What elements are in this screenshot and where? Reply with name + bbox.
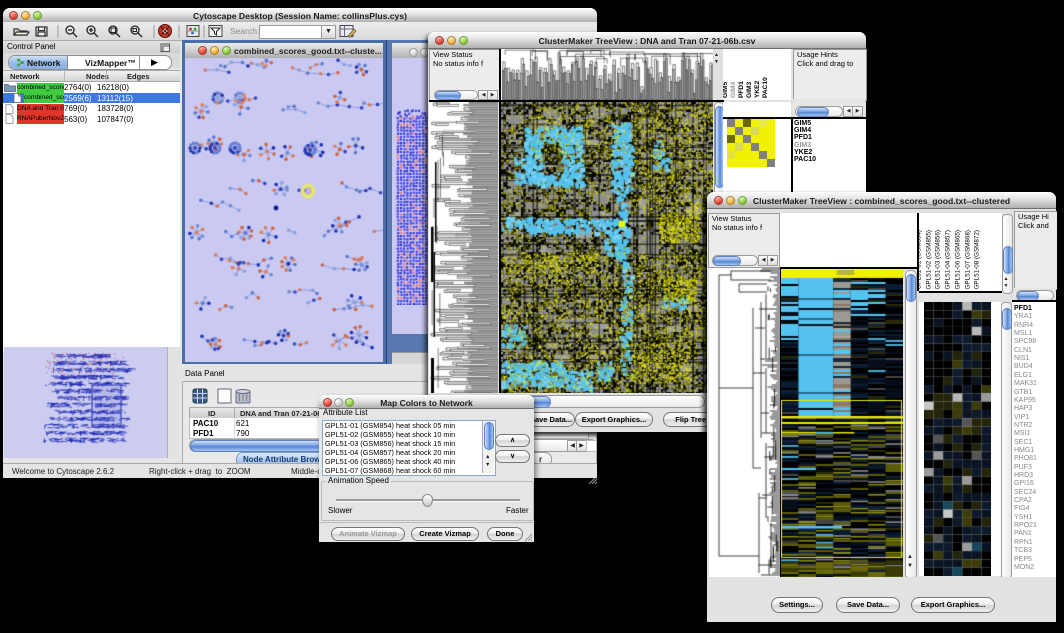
svg-text:Search:: Search: [230, 26, 259, 36]
